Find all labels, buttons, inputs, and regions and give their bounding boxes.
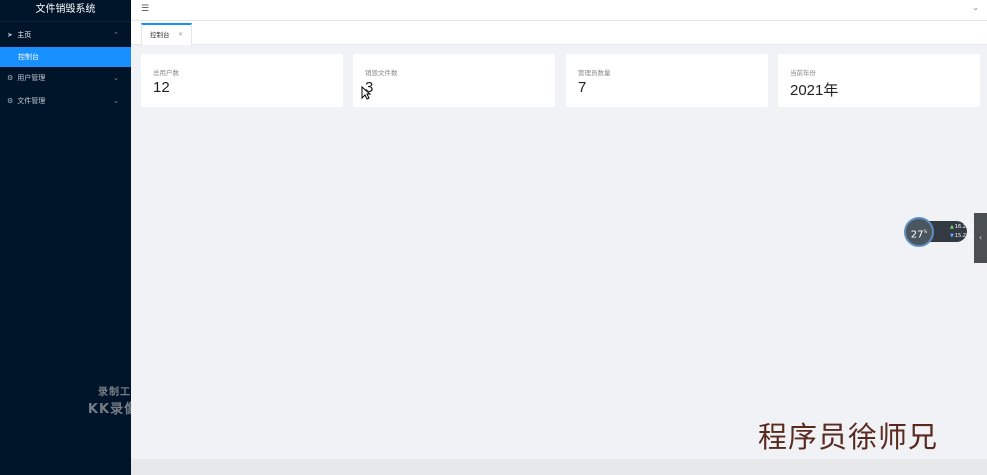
sidebar-item-label: 用户管理 — [17, 74, 46, 82]
chevron-down-icon[interactable]: ⌄ — [972, 3, 979, 12]
stat-card-year: 当前年份 2021年 — [778, 54, 980, 107]
main-content: ☰ ⌄ 控制台 ✕ 总用户数 12 销毁文件数 3 管理员数量 7 当前年份 2… — [131, 0, 987, 475]
sidebar-item-files[interactable]: ⚙ 文件管理 ⌄ — [0, 90, 131, 113]
app-title: 文件销毁系统 — [0, 0, 131, 22]
stat-value: 7 — [578, 79, 587, 96]
stat-label: 当前年份 — [790, 69, 816, 77]
tab-label: 控制台 — [150, 31, 170, 39]
stat-label: 总用户数 — [153, 69, 179, 77]
stat-card-admins: 管理员数量 7 — [566, 54, 768, 107]
chevron-down-icon: ⌄ — [113, 97, 119, 105]
menu-fold-icon[interactable]: ☰ — [141, 4, 149, 14]
sidebar-item-users[interactable]: ⚙ 用户管理 ⌄ — [0, 67, 131, 90]
send-icon: ➤ — [7, 31, 13, 39]
stat-card-destroyed-files: 销毁文件数 3 — [353, 54, 555, 107]
tab-dashboard[interactable]: 控制台 ✕ — [141, 23, 192, 45]
chevron-down-icon: ⌄ — [113, 74, 119, 82]
download-speed: ▼15.2K/s — [950, 233, 974, 239]
gear-icon: ⚙ — [7, 74, 14, 82]
tabs-bar: 控制台 ✕ — [131, 21, 987, 45]
download-arrow-icon: ▼ — [950, 233, 954, 239]
mouse-cursor-icon — [361, 86, 371, 100]
stat-label: 管理员数量 — [578, 69, 611, 77]
bottom-strip — [131, 459, 987, 475]
sidebar-item-label: 主页 — [17, 31, 32, 39]
sidebar-item-dashboard[interactable]: 控制台 — [0, 47, 131, 67]
app-window: 文件销毁系统 ➤ 主页 ⌃ 控制台 ⚙ 用户管理 ⌄ ⚙ 文件管理 ⌄ 录制工具… — [0, 0, 987, 475]
chevron-left-icon[interactable]: ‹ — [974, 213, 987, 263]
chevron-up-icon: ⌃ — [113, 31, 119, 39]
author-watermark: 程序员徐师兄 — [758, 420, 939, 454]
upload-arrow-icon: ▲ — [950, 224, 954, 230]
sidebar-item-label: 文件管理 — [17, 97, 46, 105]
stat-label: 销毁文件数 — [365, 69, 398, 77]
stat-card-users: 总用户数 12 — [141, 54, 343, 107]
upload-speed: ▲16.2K/s — [950, 224, 974, 230]
gear-icon: ⚙ — [7, 97, 14, 105]
cpu-usage-gauge: 27% — [904, 217, 934, 247]
sidebar-item-home[interactable]: ➤ 主页 ⌃ — [0, 24, 131, 47]
sidebar: 文件销毁系统 ➤ 主页 ⌃ 控制台 ⚙ 用户管理 ⌄ ⚙ 文件管理 ⌄ 录制工具… — [0, 0, 151, 475]
stat-value: 12 — [153, 79, 170, 96]
top-bar: ☰ ⌄ — [131, 0, 987, 21]
stat-value: 2021年 — [790, 82, 839, 99]
close-icon[interactable]: ✕ — [178, 25, 183, 45]
